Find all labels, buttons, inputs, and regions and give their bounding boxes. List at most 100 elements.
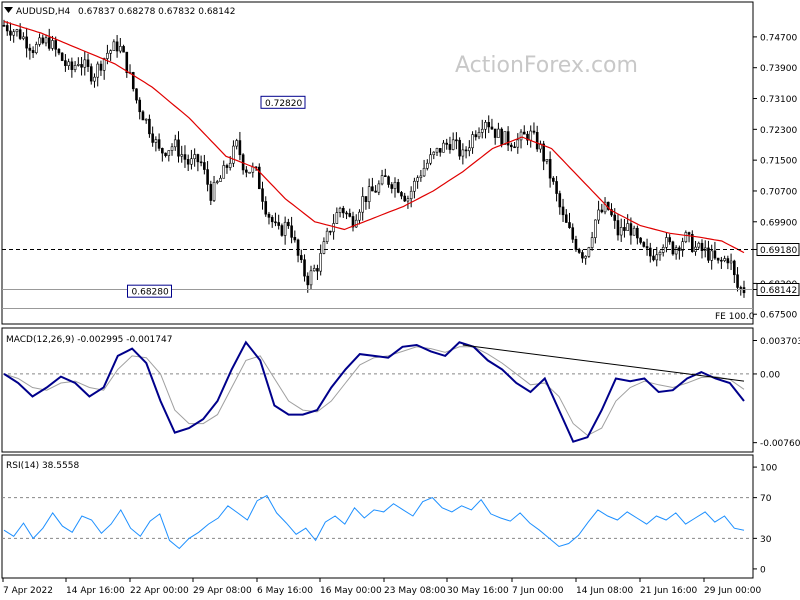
candle-body: [545, 159, 549, 162]
candle-body: [558, 193, 562, 208]
candle-body: [684, 232, 688, 242]
candle-body: [167, 150, 171, 156]
y-tick-label: -0.007608: [760, 439, 800, 449]
candle-body: [468, 147, 471, 152]
candle-body: [522, 131, 526, 135]
candle-body: [396, 182, 400, 193]
candle-body: [183, 154, 187, 160]
candle-body: [733, 260, 736, 276]
candle-body: [28, 47, 32, 51]
candle-body: [590, 237, 594, 248]
candle-body: [309, 270, 313, 286]
y-tick-label: 0.00: [760, 370, 780, 380]
candle-body: [35, 44, 38, 53]
candle-body: [581, 252, 584, 259]
candle-body: [31, 50, 35, 53]
candle-body: [720, 259, 723, 262]
candle-body: [151, 133, 154, 143]
candle-body: [280, 225, 284, 236]
candle-body: [471, 134, 474, 149]
candle-body: [232, 145, 235, 164]
x-tick-label: 29 Jun 00:00: [704, 586, 761, 596]
candle-body: [312, 268, 316, 272]
candle-body: [442, 142, 445, 153]
candle: [60, 52, 64, 62]
candle-body: [642, 242, 646, 247]
candle-body: [632, 227, 636, 236]
candle-body: [474, 134, 478, 138]
candle-body: [170, 146, 174, 151]
candle-body: [448, 144, 452, 150]
candle-body: [361, 196, 364, 213]
candle-body: [64, 60, 67, 66]
x-tick-label: 21 Jun 16:00: [640, 586, 697, 596]
callout-text: 0.72820: [265, 99, 302, 109]
candle-body: [238, 140, 242, 156]
candle-body: [348, 213, 352, 217]
candle-body: [729, 260, 733, 264]
candle-body: [89, 66, 93, 82]
candle-body: [422, 167, 426, 177]
candle-body: [432, 151, 436, 156]
candle-body: [438, 148, 442, 153]
candle-body: [364, 196, 368, 202]
candle-body: [658, 252, 662, 256]
candle-body: [22, 36, 25, 39]
candle-body: [568, 222, 571, 228]
fe-label: FE 100.0: [715, 312, 755, 322]
y-tick-label: 30: [760, 535, 772, 545]
chart-canvas: AUDUSD,H4 0.67837 0.68278 0.67832 0.6814…: [0, 0, 800, 600]
candle-body: [490, 126, 494, 130]
candle-body: [503, 131, 507, 145]
candle-body: [264, 201, 268, 215]
candle-body: [277, 222, 280, 226]
candle-body: [303, 259, 306, 277]
candle-body: [161, 148, 164, 154]
candle-body: [532, 130, 536, 133]
candle-body: [83, 59, 87, 68]
candle-body: [519, 131, 523, 141]
candle-body: [96, 63, 100, 78]
candle-body: [283, 221, 287, 236]
candle-body: [316, 268, 319, 272]
y-tick-label: 0.69900: [760, 218, 797, 228]
candle-body: [329, 230, 332, 233]
candle: [257, 163, 261, 190]
candle-body: [80, 64, 83, 68]
candle-body: [225, 165, 229, 168]
y-tick-label: 0.72300: [760, 126, 797, 136]
candle-body: [338, 207, 342, 213]
y-tick-label: 100: [760, 464, 777, 474]
candle-body: [742, 287, 746, 294]
candle-body: [419, 175, 423, 179]
candle-body: [674, 247, 678, 255]
candle-body: [186, 159, 190, 165]
candle-body: [148, 118, 151, 135]
candle-body: [535, 131, 539, 150]
x-tick-label: 7 Jun 00:00: [512, 586, 564, 596]
y-tick-label: 0.70700: [760, 187, 797, 197]
candle-body: [416, 177, 419, 182]
candle-body: [135, 88, 138, 101]
candle-body: [77, 64, 80, 66]
candle-body: [480, 128, 484, 133]
candle-body: [322, 241, 326, 254]
candle-body: [739, 287, 743, 289]
candle-body: [25, 36, 28, 49]
candle-body: [251, 166, 255, 173]
candle-body: [102, 58, 106, 71]
candle: [684, 230, 688, 244]
candle-body: [626, 223, 629, 231]
candle-body: [164, 152, 167, 156]
candle-body: [141, 111, 145, 121]
candle-body: [245, 169, 248, 173]
candle-body: [15, 29, 19, 33]
x-tick-label: 14 Jun 08:00: [576, 586, 633, 596]
candle-body: [222, 165, 226, 179]
candle-body: [435, 148, 439, 153]
candle-body: [367, 186, 371, 202]
candle-body: [235, 140, 238, 147]
candle-body: [196, 154, 200, 163]
candle-body: [487, 122, 491, 128]
candle-body: [655, 254, 659, 261]
